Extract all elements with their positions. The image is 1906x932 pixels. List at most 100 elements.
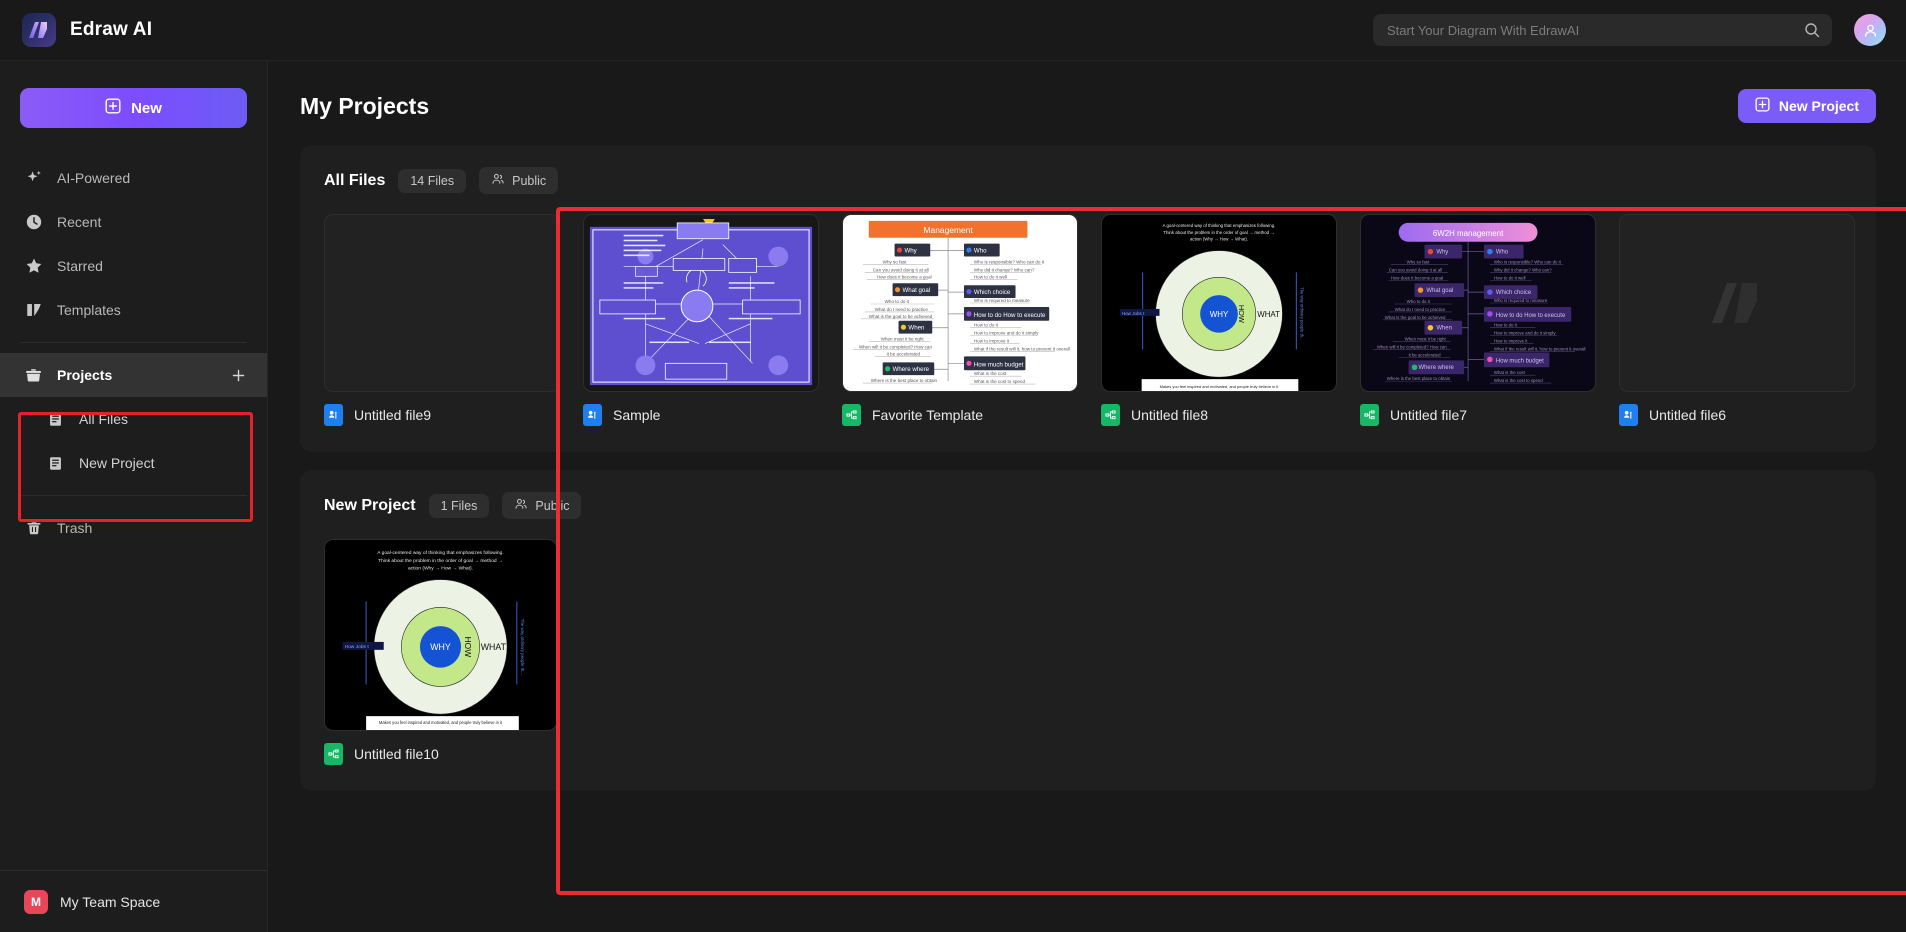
- people-icon: [514, 497, 528, 514]
- svg-text:How much budget: How much budget: [1496, 358, 1544, 364]
- file-meta: Untitled file8: [1101, 404, 1337, 426]
- app-root: Edraw AI Start Your Diagram With EdrawAI…: [0, 0, 1906, 932]
- file-thumbnail[interactable]: Management Why What goal When Where wher…: [842, 214, 1078, 392]
- svg-text:When will it be completed? How: When will it be completed? How can: [859, 344, 933, 349]
- sidebar-item-templates[interactable]: Templates: [0, 288, 267, 332]
- svg-text:How does it become a goal: How does it become a goal: [877, 274, 932, 279]
- file-card[interactable]: Untitled file6: [1619, 214, 1855, 426]
- file-card[interactable]: Untitled file9: [324, 214, 560, 426]
- folder-icon: [24, 366, 43, 385]
- sidebar-item-trash[interactable]: Trash: [0, 506, 267, 550]
- svg-text:Who to do it: Who to do it: [885, 299, 910, 304]
- svg-text:When: When: [1436, 326, 1452, 332]
- main-content: My Projects New Project All Files 14 Fil…: [268, 61, 1906, 932]
- file-meta: Untitled file10: [324, 743, 560, 765]
- file-name: Sample: [613, 407, 661, 423]
- svg-text:Where is the best place to obt: Where is the best place to obtain: [1387, 376, 1451, 381]
- file-name: Untitled file8: [1131, 407, 1209, 423]
- mindmap-file-icon: [1360, 404, 1379, 426]
- sidebar-item-label: All Files: [79, 411, 129, 427]
- svg-text:action (Why → How → What).: action (Why → How → What).: [1190, 237, 1248, 242]
- svg-text:HOW: HOW: [1237, 305, 1246, 323]
- golden-circle-thumb: A goal-centered way of thinking that emp…: [325, 540, 556, 730]
- svg-text:How Jobs t: How Jobs t: [1122, 311, 1145, 316]
- file-name: Untitled file6: [1649, 407, 1727, 423]
- sidebar-item-ai-powered[interactable]: AI-Powered: [0, 156, 267, 200]
- brand[interactable]: Edraw AI: [22, 13, 152, 47]
- new-project-button[interactable]: New Project: [1737, 89, 1876, 123]
- diagram-file-icon: [583, 404, 602, 426]
- file-grid: A goal-centered way of thinking that emp…: [324, 539, 1852, 765]
- main-header: My Projects New Project: [268, 61, 1906, 145]
- plus-box-icon: [1755, 97, 1770, 115]
- svg-text:Why: Why: [1436, 250, 1448, 256]
- sixw2h-mindmap-thumb: 6W2H management WhyWhat goal WhenWhere w…: [1361, 215, 1595, 391]
- svg-text:A goal-centered way of thinkin: A goal-centered way of thinking that emp…: [1163, 223, 1276, 228]
- svg-text:How to improve and do it simpl: How to improve and do it simply: [974, 331, 1039, 336]
- search-input[interactable]: [1387, 22, 1796, 38]
- file-thumbnail[interactable]: [583, 214, 819, 392]
- section-header: All Files 14 Files Public: [324, 167, 1852, 194]
- file-count-badge: 1 Files: [428, 493, 490, 518]
- file-card[interactable]: A goal-centered way of thinking that emp…: [324, 539, 560, 765]
- avatar[interactable]: [1854, 14, 1886, 46]
- file-card[interactable]: Management Why What goal When Where wher…: [842, 214, 1078, 426]
- svg-text:What goal: What goal: [902, 287, 930, 294]
- svg-text:How much budget: How much budget: [974, 361, 1024, 368]
- sidebar-item-new-project[interactable]: New Project: [22, 441, 267, 485]
- visibility-badge[interactable]: Public: [479, 167, 559, 194]
- sidebar-subnav-projects: All Files New Project: [0, 397, 267, 485]
- svg-text:What do I need to practice: What do I need to practice: [875, 307, 929, 312]
- file-count-label: 14 Files: [410, 173, 455, 188]
- sidebar-item-recent[interactable]: Recent: [0, 200, 267, 244]
- svg-text:How to improve it: How to improve it: [1494, 339, 1528, 344]
- svg-text:How does it become a goal: How does it become a goal: [1391, 275, 1444, 280]
- svg-text:Who to do it: Who to do it: [1407, 299, 1431, 304]
- sidebar-item-starred[interactable]: Starred: [0, 244, 267, 288]
- search-bar[interactable]: [1373, 14, 1832, 46]
- file-meta: Untitled file9: [324, 404, 560, 426]
- file-thumbnail[interactable]: 6W2H management Why What goal When Where…: [1360, 214, 1596, 392]
- file-thumbnail[interactable]: [1619, 214, 1855, 392]
- svg-text:What is the cost to spend: What is the cost to spend: [1494, 378, 1543, 383]
- edraw-watermark-icon: [1620, 215, 1854, 391]
- file-card[interactable]: 6W2H management Why What goal When Where…: [1360, 214, 1596, 426]
- sidebar-item-label: Trash: [57, 520, 93, 536]
- add-project-icon[interactable]: [229, 366, 247, 384]
- svg-text:What is the cost to spend: What is the cost to spend: [974, 379, 1026, 384]
- file-meta: Untitled file6: [1619, 404, 1855, 426]
- new-button[interactable]: New: [20, 88, 247, 128]
- svg-text:How to do How to execute: How to do How to execute: [1496, 313, 1566, 319]
- file-thumbnail[interactable]: A goal-centered way of thinking that emp…: [324, 539, 557, 731]
- file-name: Untitled file9: [354, 407, 432, 423]
- visibility-badge[interactable]: Public: [502, 492, 582, 519]
- svg-text:Why: Why: [904, 248, 917, 255]
- svg-text:Who: Who: [1496, 250, 1509, 256]
- edraw-logo-icon: [22, 13, 56, 47]
- file-card[interactable]: A goal-centered way of thinking that emp…: [1101, 214, 1337, 426]
- sidebar-item-all-files[interactable]: All Files: [22, 397, 267, 441]
- file-card[interactable]: Sample: [583, 214, 819, 426]
- svg-text:6W2H management: 6W2H management: [1433, 229, 1504, 238]
- svg-text:How to do it: How to do it: [1494, 323, 1518, 328]
- new-button-label: New: [131, 99, 162, 117]
- new-project-button-label: New Project: [1778, 98, 1859, 114]
- svg-text:Who is required to measure: Who is required to measure: [974, 298, 1030, 303]
- svg-text:Management: Management: [924, 225, 974, 235]
- sidebar-nav: AI-Powered Recent Starred Templates Proj…: [0, 148, 267, 550]
- file-thumbnail[interactable]: A goal-centered way of thinking that emp…: [1101, 214, 1337, 392]
- team-space[interactable]: M My Team Space: [0, 870, 267, 932]
- svg-text:WHY: WHY: [430, 642, 451, 652]
- mindmap-file-icon: [842, 404, 861, 426]
- sidebar-item-projects[interactable]: Projects: [0, 353, 267, 397]
- file-grid: Untitled file9 Sample Management Why Wha…: [324, 214, 1855, 426]
- svg-text:Makes you feel inspired and mo: Makes you feel inspired and motivated, a…: [1160, 384, 1280, 389]
- svg-text:When must it be right: When must it be right: [881, 337, 925, 342]
- search-icon[interactable]: [1804, 22, 1820, 38]
- section-title: New Project: [324, 496, 416, 514]
- svg-text:How to do it well: How to do it well: [974, 274, 1007, 279]
- clock-icon: [24, 213, 43, 232]
- svg-text:HOW: HOW: [463, 637, 473, 658]
- file-thumbnail[interactable]: [324, 214, 560, 392]
- sparkle-icon: [24, 169, 43, 188]
